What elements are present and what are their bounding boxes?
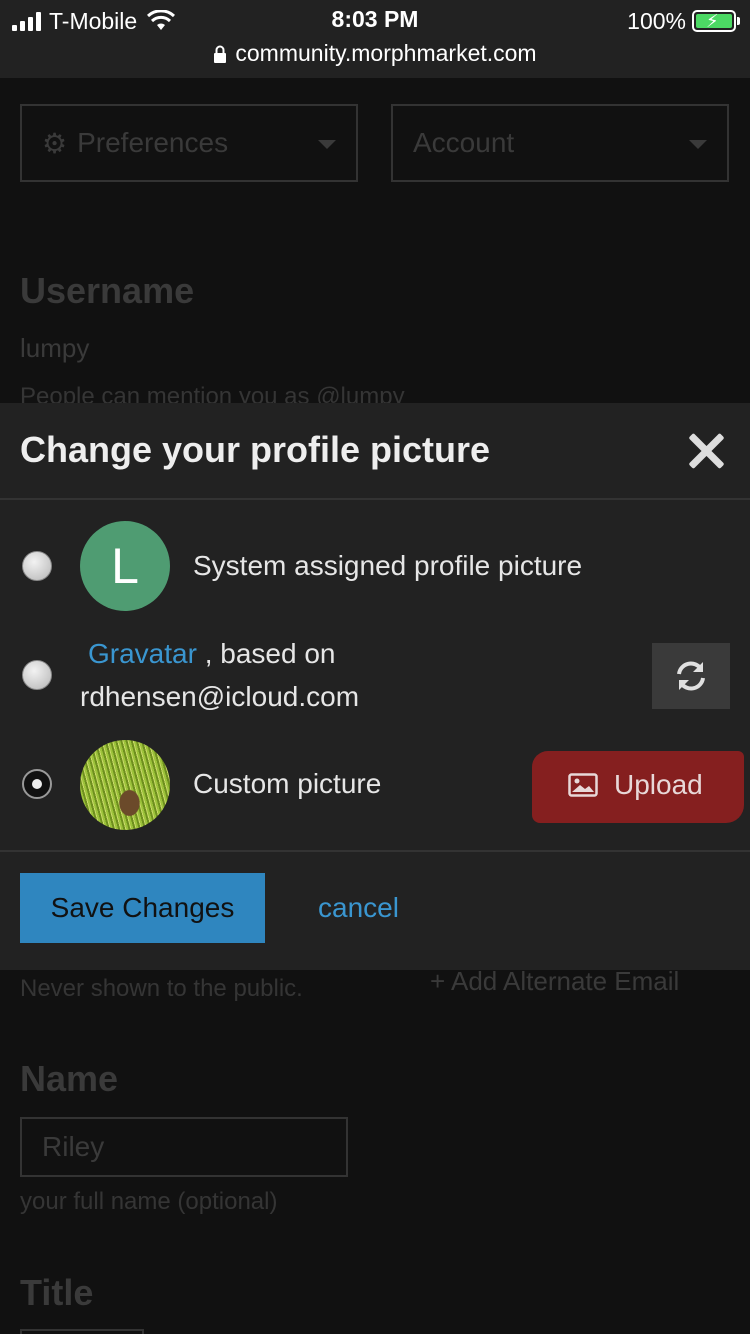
status-bar: T-Mobile 8:03 PM 100% ⚡ community.morphm…	[0, 0, 750, 78]
gravatar-line: Gravatar , based on	[88, 638, 336, 670]
chevron-down-icon	[318, 140, 336, 149]
url-text: community.morphmarket.com	[235, 40, 537, 66]
image-icon	[568, 773, 598, 797]
username-heading: Username	[20, 270, 195, 311]
radio-gravatar[interactable]	[22, 660, 52, 690]
modal-footer: Save Changes cancel	[0, 850, 750, 970]
upload-button[interactable]: Upload	[544, 750, 730, 820]
radio-custom-picture[interactable]	[22, 769, 52, 799]
custom-picture-label: Custom picture	[193, 768, 382, 799]
account-dropdown: Account	[391, 104, 729, 182]
refresh-icon	[677, 661, 705, 691]
preferences-label: Preferences	[77, 127, 229, 158]
gravatar-email: rdhensen@icloud.com	[80, 681, 360, 712]
title-heading: Title	[20, 1272, 94, 1313]
system-avatar-label: System assigned profile picture	[193, 550, 583, 581]
cancel-link[interactable]: cancel	[318, 892, 399, 924]
upload-label: Upload	[614, 769, 703, 800]
battery-icon: ⚡	[692, 10, 740, 32]
email-note: Never shown to the public.	[20, 975, 303, 1002]
close-icon[interactable]	[686, 431, 726, 471]
modal-header: Change your profile picture	[0, 403, 750, 500]
system-avatar: L	[80, 521, 170, 611]
lock-icon	[214, 45, 227, 63]
modal-title: Change your profile picture	[20, 429, 491, 470]
add-email-link: + Add Alternate Email	[430, 966, 680, 996]
username-value: lumpy	[20, 333, 90, 363]
name-heading: Name	[20, 1058, 119, 1099]
profile-picture-modal: Change your profile picture L System ass…	[0, 403, 750, 970]
save-changes-button[interactable]: Save Changes	[20, 873, 265, 943]
chevron-down-icon	[689, 140, 707, 149]
battery-status: 100% ⚡	[627, 6, 740, 36]
address-bar[interactable]: community.morphmarket.com	[0, 40, 750, 67]
refresh-gravatar-button[interactable]	[652, 643, 730, 709]
account-label: Account	[413, 127, 515, 158]
gear-icon: ⚙	[42, 127, 68, 159]
name-input: Riley	[20, 1117, 348, 1177]
preferences-dropdown: ⚙ Preferences	[20, 104, 358, 182]
radio-system-avatar[interactable]	[22, 551, 52, 581]
custom-avatar-image	[80, 740, 170, 830]
gravatar-suffix: , based on	[204, 638, 336, 669]
gravatar-link[interactable]: Gravatar	[88, 638, 197, 669]
title-input	[20, 1329, 144, 1334]
battery-percent: 100%	[627, 7, 686, 34]
name-help: your full name (optional)	[20, 1188, 278, 1215]
